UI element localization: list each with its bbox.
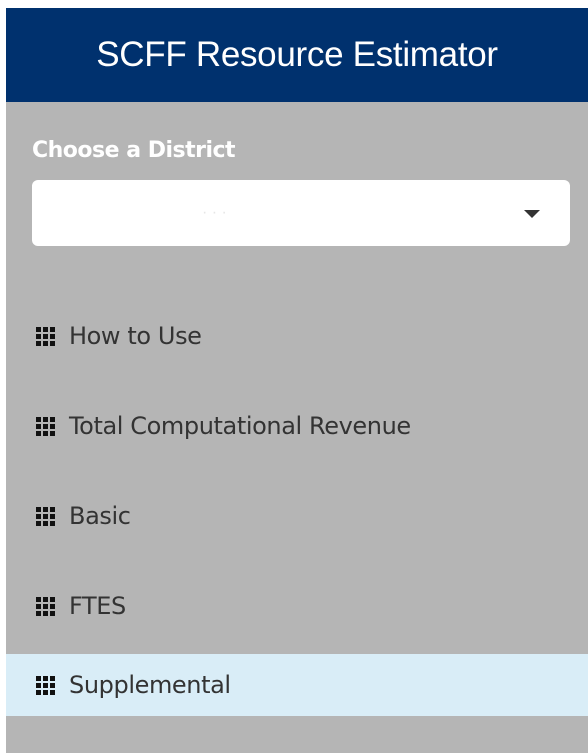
sidebar: SCFF Resource Estimator Choose a Distric… [6, 8, 588, 753]
menu-item-label: Supplemental [69, 671, 231, 699]
th-icon [36, 506, 55, 526]
menu-item-ftes[interactable]: FTES [6, 576, 588, 636]
th-icon [36, 596, 55, 616]
menu-item-total-computational-revenue[interactable]: Total Computational Revenue [6, 396, 588, 456]
app-header: SCFF Resource Estimator [6, 8, 588, 102]
district-label: Choose a District [32, 138, 236, 163]
menu-item-supplemental[interactable]: Supplemental [6, 654, 588, 716]
menu-item-label: FTES [69, 592, 126, 620]
menu-item-label: Basic [69, 502, 131, 530]
menu-item-label: Total Computational Revenue [69, 412, 411, 440]
menu-item-basic[interactable]: Basic [6, 486, 588, 546]
app-title: SCFF Resource Estimator [96, 35, 498, 74]
caret-down-icon[interactable] [524, 210, 540, 218]
th-icon [36, 326, 55, 346]
district-select[interactable]: · · · [32, 180, 570, 246]
th-icon [36, 416, 55, 436]
th-icon [36, 675, 55, 695]
menu-item-how-to-use[interactable]: How to Use [6, 306, 588, 366]
menu-item-label: How to Use [69, 322, 202, 350]
district-selected-value: · · · [202, 204, 227, 221]
